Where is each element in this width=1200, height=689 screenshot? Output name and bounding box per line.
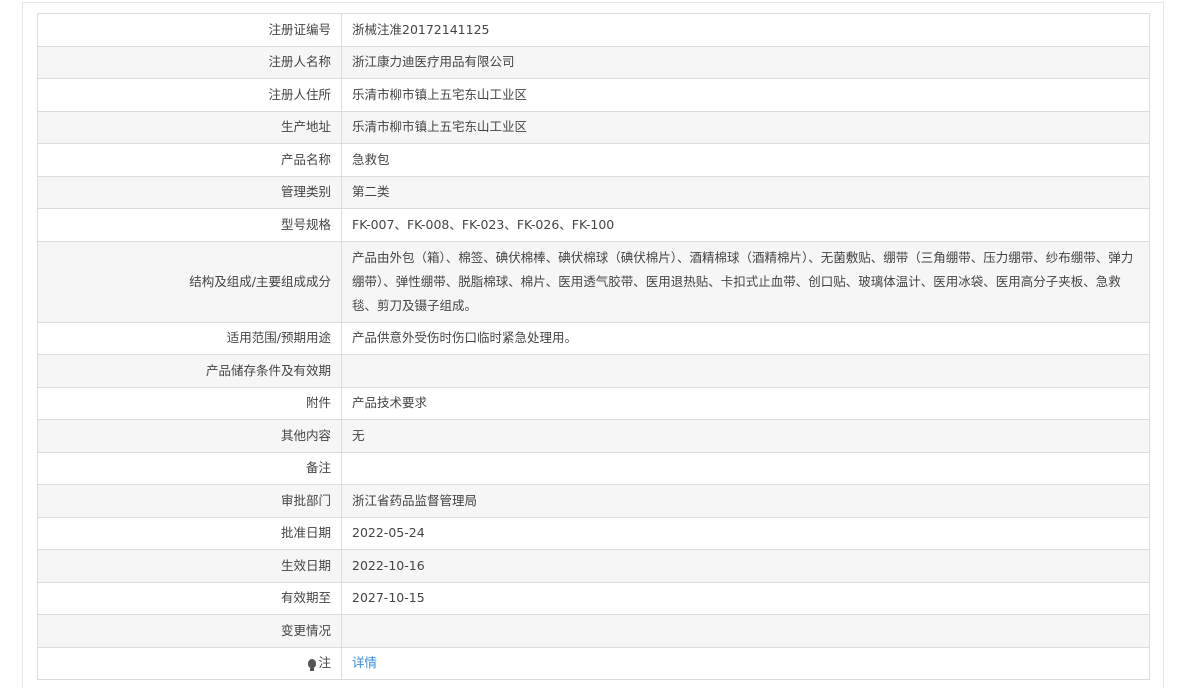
row-value: 2022-10-16 (341, 549, 1150, 583)
table-row: 注册人住所 乐清市柳市镇上五宅东山工业区 (37, 78, 1150, 112)
table-row: 型号规格 FK-007、FK-008、FK-023、FK-026、FK-100 (37, 208, 1150, 242)
row-label: 管理类别 (37, 175, 342, 209)
table-row: 备注 (37, 451, 1150, 485)
details-link[interactable]: 详情 (352, 655, 377, 670)
row-value (341, 451, 1150, 485)
row-value: 2022-05-24 (341, 516, 1150, 550)
row-label: 有效期至 (37, 581, 342, 615)
table-row: 其他内容无 (37, 419, 1150, 453)
table-row: 变更情况 (37, 614, 1150, 648)
row-label: 产品储存条件及有效期 (37, 354, 342, 388)
table-row: 审批部门 浙江省药品监督管理局 (37, 484, 1150, 518)
row-value: 急救包 (341, 143, 1150, 177)
row-value: 产品供意外受伤时伤口临时紧急处理用。 (341, 321, 1150, 355)
row-value (341, 354, 1150, 388)
row-value: 乐清市柳市镇上五宅东山工业区 (341, 110, 1150, 144)
row-label: 生产地址 (37, 110, 342, 144)
row-value: 乐清市柳市镇上五宅东山工业区 (341, 78, 1150, 112)
registration-detail-table: 注册证编号 浙械注准20172141125 注册人名称 浙江康力迪医疗用品有限公司 注册… (37, 13, 1150, 680)
row-value: 产品技术要求 (341, 386, 1150, 420)
row-label: 变更情况 (37, 614, 342, 648)
table-row: 生产地址 乐清市柳市镇上五宅东山工业区 (37, 110, 1150, 144)
row-label: 生效日期 (37, 549, 342, 583)
row-value: FK-007、FK-008、FK-023、FK-026、FK-100 (341, 208, 1150, 242)
table-row: 适用范围/预期用途 产品供意外受伤时伤口临时紧急处理用。 (37, 321, 1150, 355)
row-value: 产品由外包（箱）、棉签、碘伏棉棒、碘伏棉球（碘伏棉片）、酒精棉球（酒精棉片）、无… (341, 240, 1150, 323)
row-label: 注册证编号 (37, 13, 342, 47)
row-value: 第二类 (341, 175, 1150, 209)
lightbulb-icon (308, 659, 317, 672)
note-row: 注 详情 (37, 646, 1150, 680)
note-label-cell: 注 (37, 646, 342, 680)
row-value (341, 614, 1150, 648)
row-label: 结构及组成/主要组成成分 (37, 240, 342, 323)
row-value: 浙江省药品监督管理局 (341, 484, 1150, 518)
table-row: 产品储存条件及有效期 (37, 354, 1150, 388)
row-value: 无 (341, 419, 1150, 453)
row-label: 附件 (37, 386, 342, 420)
table-row: 生效日期 2022-10-16 (37, 549, 1150, 583)
table-row: 注册人名称 浙江康力迪医疗用品有限公司 (37, 45, 1150, 79)
row-label: 其他内容 (37, 419, 342, 453)
row-value: 2027-10-15 (341, 581, 1150, 615)
row-label: 注册人名称 (37, 45, 342, 79)
table-row: 管理类别 第二类 (37, 175, 1150, 209)
note-label: 注 (318, 655, 331, 671)
table-row: 有效期至 2027-10-15 (37, 581, 1150, 615)
row-label: 适用范围/预期用途 (37, 321, 342, 355)
row-label: 备注 (37, 451, 342, 485)
table-row: 注册证编号 浙械注准20172141125 (37, 13, 1150, 47)
row-label: 型号规格 (37, 208, 342, 242)
row-label: 注册人住所 (37, 78, 342, 112)
table-row: 结构及组成/主要组成成分 产品由外包（箱）、棉签、碘伏棉棒、碘伏棉球（碘伏棉片）、… (37, 240, 1150, 323)
row-value: 浙江康力迪医疗用品有限公司 (341, 45, 1150, 79)
table-row: 产品名称 急救包 (37, 143, 1150, 177)
row-label: 批准日期 (37, 516, 342, 550)
row-label: 审批部门 (37, 484, 342, 518)
row-value: 浙械注准20172141125 (341, 13, 1150, 47)
row-label: 产品名称 (37, 143, 342, 177)
table-row: 批准日期 2022-05-24 (37, 516, 1150, 550)
table-row: 附件 产品技术要求 (37, 386, 1150, 420)
